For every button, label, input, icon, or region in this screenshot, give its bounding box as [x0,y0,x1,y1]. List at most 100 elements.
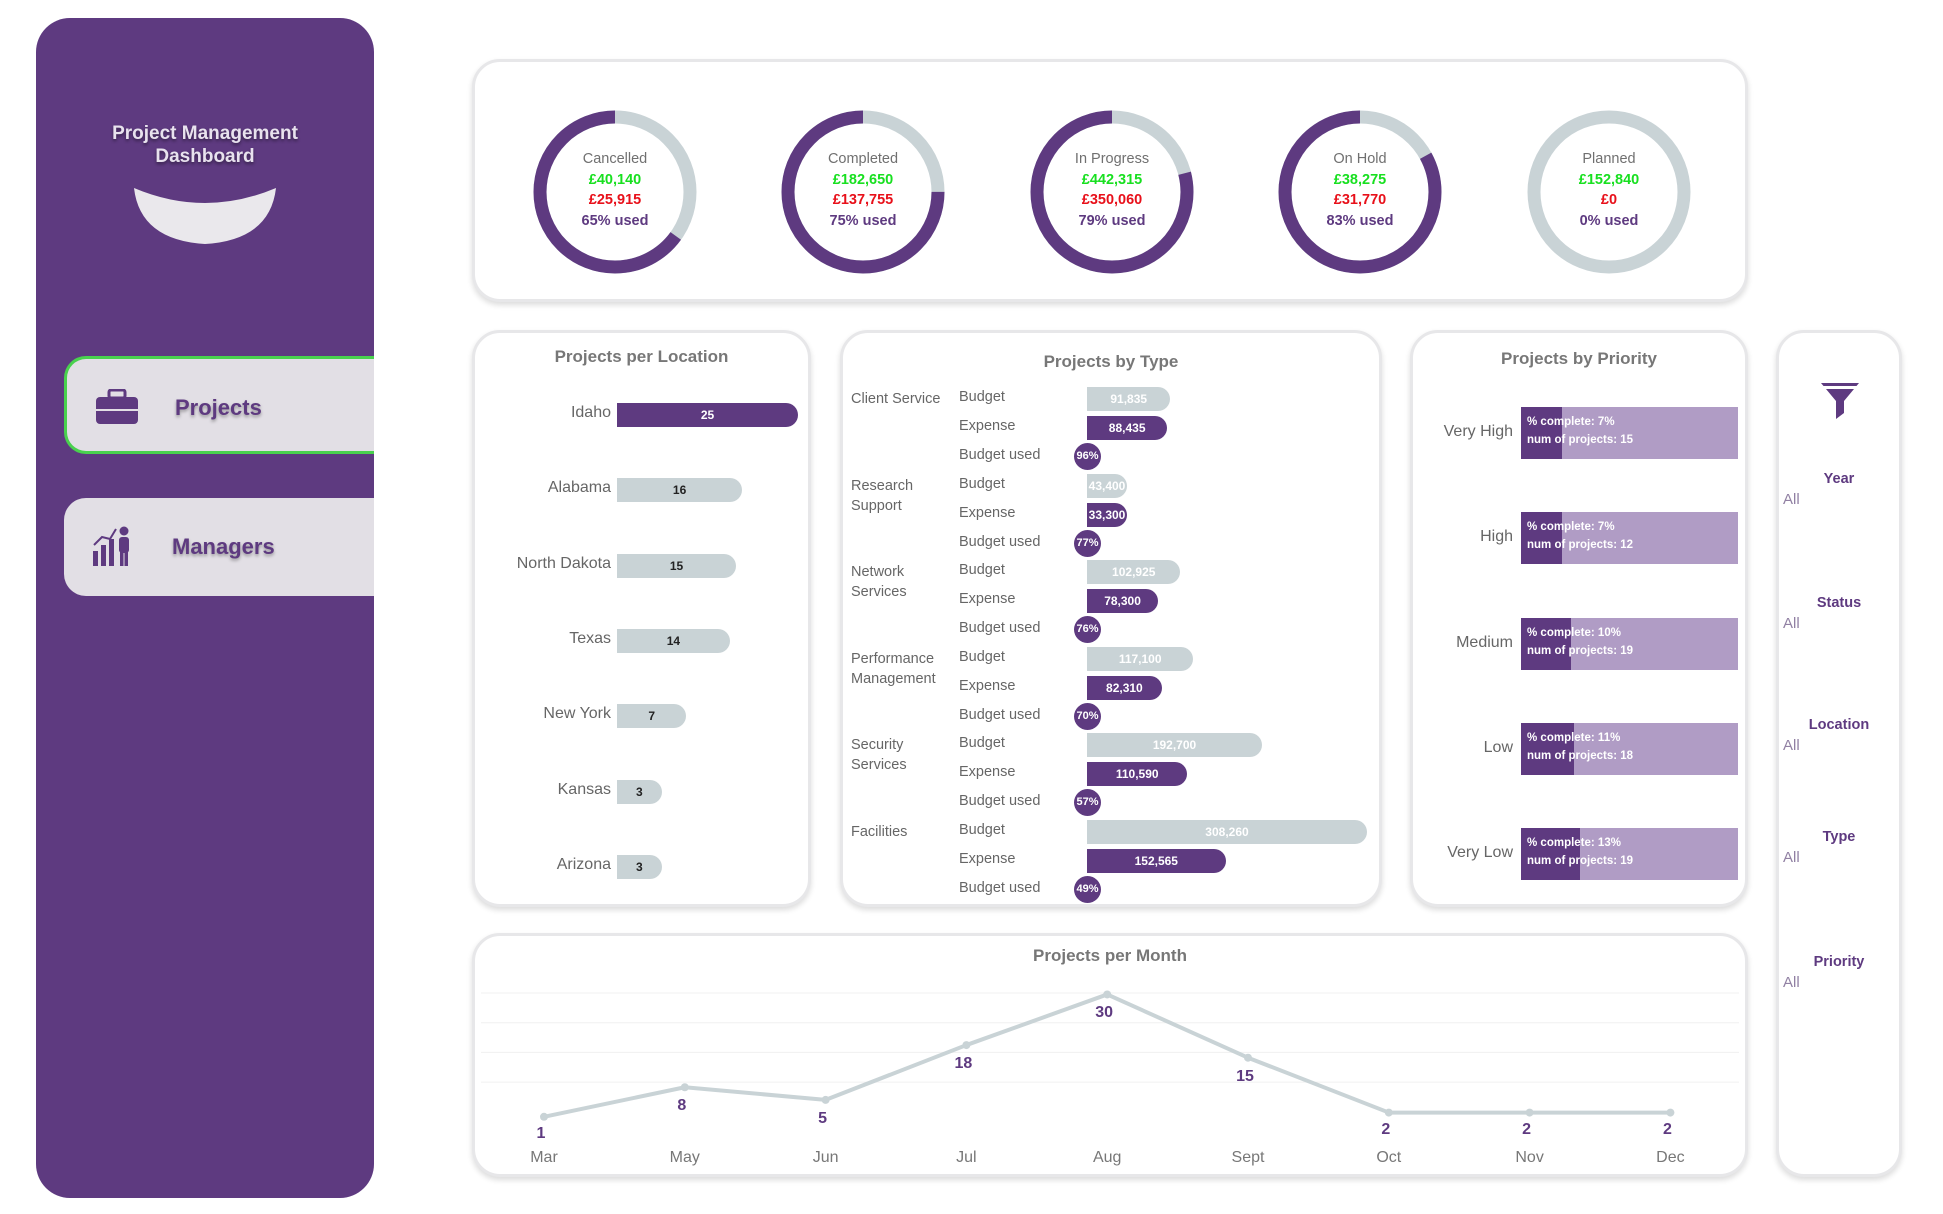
donut-used-label: 75% used [829,212,897,229]
location-bar-alabama[interactable]: 16 [617,478,743,503]
filter-dropdown-location[interactable]: All [1783,737,1800,754]
priority-bar-medium[interactable]: % complete: 10% num of projects: 19 [1521,617,1738,670]
type-row-label-expense: Expense [959,851,1016,867]
month-point[interactable] [1525,1108,1534,1117]
location-bar-texas[interactable]: 14 [617,628,730,653]
type-row-label-budget: Budget [959,648,1005,665]
type-row-label-budget: Budget [959,822,1005,838]
month-tick-label: Jul [956,1149,977,1166]
donut-budget: £442,315 [1081,171,1143,188]
priority-card: Projects by Priority Very High % complete… [1410,330,1748,907]
location-label: Texas [569,629,611,647]
location-bar-idaho[interactable]: 25 [617,403,798,427]
filter-panel: Year All Status All Location All Type All Priori… [1776,330,1902,1177]
location-label: Idaho [570,404,611,421]
month-data-label: 2 [1662,1120,1672,1138]
location-bar-north-dakota[interactable]: 15 [617,553,736,578]
month-point[interactable] [1244,1053,1252,1062]
month-point[interactable] [821,1095,830,1104]
type-budget-bar[interactable]: 102,925 [1087,560,1181,585]
month-point[interactable] [1384,1108,1393,1117]
donut-text: In Progress £442,315 £350,060 79% used [1027,149,1197,231]
donut-expense: £350,060 [1081,192,1143,208]
donut-budget: £40,140 [588,171,642,188]
location-bar-new-york[interactable]: 7 [617,704,687,729]
nav-managers-label: Managers [172,534,275,559]
type-budget-used-badge: 49% [1074,876,1101,903]
type-budget-used-badge: 77% [1074,529,1101,557]
priority-complete-label: % complete: 10% [1527,626,1621,639]
month-chart-card: Projects per Month Mar 1 May 8 Jun 5 Jul 18 Aug 3… [472,933,1748,1177]
filter-dropdown-priority[interactable]: All [1783,974,1800,991]
type-category-label: Performance Management [851,650,936,687]
location-label: North Dakota [516,554,611,572]
filter-dropdown-year[interactable]: All [1783,491,1800,508]
type-budget-bar[interactable]: 117,100 [1087,646,1194,671]
type-expense-bar[interactable]: 88,435 [1087,416,1168,440]
type-expense-bar[interactable]: 82,310 [1087,675,1162,700]
month-point[interactable] [540,1112,548,1121]
filter-label-priority: Priority [1813,954,1865,970]
donut-status: Cancelled [582,151,648,167]
priority-count-label: num of projects: 19 [1527,855,1634,868]
month-data-label: 2 [1381,1120,1391,1138]
location-card: Projects per Location Idaho 25 Alabama 16 No… [472,330,811,907]
type-expense-bar[interactable]: 110,590 [1087,762,1188,787]
type-expense-bar[interactable]: 152,565 [1087,849,1226,873]
donut-text: On Hold £38,275 £31,770 83% used [1275,149,1445,231]
type-expense-bar[interactable]: 78,300 [1087,589,1159,614]
month-point[interactable] [962,1041,971,1050]
priority-count-label: num of projects: 18 [1527,749,1634,762]
donut-status: On Hold [1333,151,1387,167]
type-row-label-expense: Expense [959,504,1016,521]
type-budget-used-badge: 57% [1074,789,1101,817]
month-tick-label: Mar [530,1149,558,1166]
month-tick-label: Dec [1656,1149,1685,1166]
month-point[interactable] [1103,990,1112,999]
priority-bar-high[interactable]: % complete: 7% num of projects: 12 [1521,512,1738,565]
month-point[interactable] [1666,1108,1675,1117]
donut-used-label: 79% used [1078,212,1146,229]
type-row-label-budget: Budget [959,735,1005,752]
location-label: Arizona [556,855,611,873]
priority-bar-low[interactable]: % complete: 11% num of projects: 18 [1521,722,1738,775]
type-budget-bar[interactable]: 43,400 [1087,473,1127,498]
filter-dropdown-type[interactable]: All [1783,849,1800,866]
priority-count-label: num of projects: 15 [1527,434,1634,446]
donut-text: Planned £152,840 £0 0% used [1524,149,1694,231]
type-budget-bar[interactable]: 91,835 [1087,387,1171,411]
location-label: Alabama [547,479,611,497]
type-row-label-expense: Expense [959,591,1016,608]
location-bar-kansas[interactable]: 3 [617,779,662,804]
month-point[interactable] [680,1083,689,1092]
priority-complete-label: % complete: 11% [1527,731,1621,744]
type-budget-bar[interactable]: 308,260 [1087,820,1367,844]
nav-projects-button[interactable]: Projects [64,356,374,454]
nav-managers-button[interactable]: Managers [64,498,374,596]
type-category-label: Research Support [851,477,914,514]
status-summary-card: Cancelled £40,140 £25,915 65% used Completed… [472,59,1748,302]
type-title: Projects by Type [1043,352,1179,371]
type-budget-used-badge: 96% [1074,443,1101,470]
month-data-label: 5 [818,1109,828,1127]
donut-used-label: 0% used [1579,212,1639,229]
type-row-label-used: Budget used [959,620,1041,637]
location-bar-arizona[interactable]: 3 [617,854,662,879]
priority-label: High [1480,528,1513,546]
filter-dropdown-status[interactable]: All [1783,615,1800,632]
type-row-label-budget: Budget [959,389,1005,405]
status-donut-in-progress: In Progress £442,315 £350,060 79% used [1027,107,1197,277]
month-tick-label: Jun [812,1149,839,1166]
status-donut-on-hold: On Hold £38,275 £31,770 83% used [1275,107,1445,277]
type-budget-bar[interactable]: 192,700 [1087,733,1263,758]
priority-label: Very High [1443,423,1513,440]
location-label: New York [543,705,611,723]
priority-complete-fill [1521,407,1562,459]
month-tick-label: May [669,1149,700,1166]
type-expense-bar[interactable]: 33,300 [1087,502,1127,527]
priority-bar-very-high[interactable]: % complete: 7% num of projects: 15 [1521,407,1738,459]
priority-complete-label: % complete: 13% [1527,837,1621,850]
filter-label-year: Year [1823,471,1855,487]
priority-bar-very-low[interactable]: % complete: 13% num of projects: 19 [1521,828,1738,881]
priority-complete-label: % complete: 7% [1527,416,1615,428]
